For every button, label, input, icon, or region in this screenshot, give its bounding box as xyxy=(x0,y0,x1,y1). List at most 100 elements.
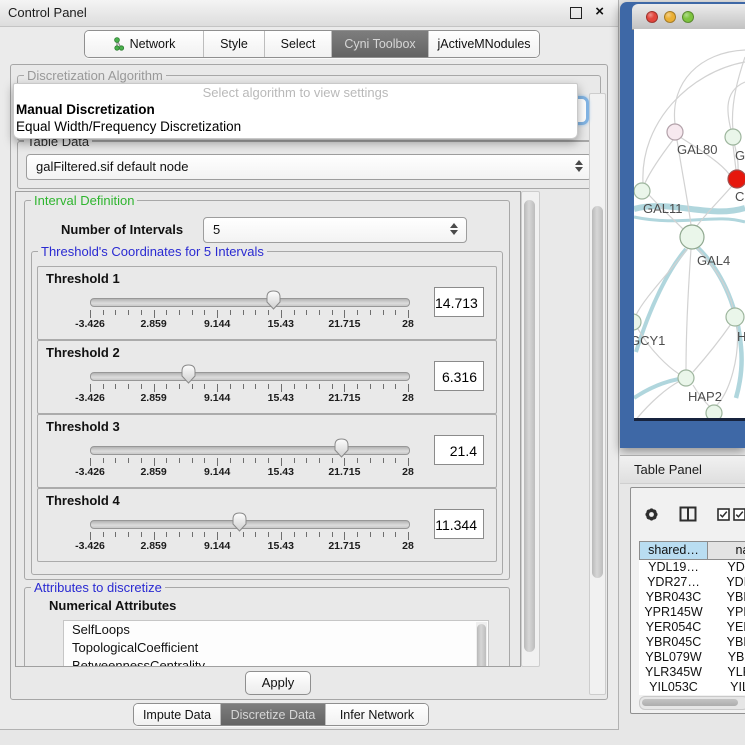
tab-jactivemnodules[interactable]: jActiveMNodules xyxy=(429,31,539,57)
attributes-group-title: Attributes to discretize xyxy=(31,580,165,595)
slider-thumb[interactable] xyxy=(266,290,281,310)
checkbox-icon[interactable] xyxy=(717,508,730,521)
network-node-c[interactable] xyxy=(728,170,745,188)
table-cell: YLR3 xyxy=(708,665,745,680)
slider-thumb[interactable] xyxy=(334,438,349,458)
threshold-value-field[interactable]: 14.713 xyxy=(434,287,484,317)
network-node-gal11[interactable] xyxy=(634,183,650,199)
network-node-label: C xyxy=(735,189,744,204)
algorithm-hint: Select algorithm to view settings xyxy=(14,84,577,101)
network-node-label: GA xyxy=(735,148,745,163)
slider-thumb[interactable] xyxy=(232,512,247,532)
table-row[interactable]: YBR043CYBR0 xyxy=(639,590,745,605)
tab-network[interactable]: Network xyxy=(85,31,204,57)
checkbox-icon[interactable] xyxy=(733,508,745,521)
column-header-1[interactable]: na xyxy=(708,541,745,560)
close-traffic-light[interactable] xyxy=(646,11,658,23)
table-toolbar xyxy=(631,488,745,538)
tab-label: Discretize Data xyxy=(231,708,316,722)
threshold-value-field[interactable]: 11.344 xyxy=(434,509,484,539)
bottom-tab-bar: Impute Data Discretize Data Infer Network xyxy=(133,703,429,726)
threshold-label: Threshold 1 xyxy=(46,271,120,286)
tab-discretize-data[interactable]: Discretize Data xyxy=(221,704,326,725)
algorithm-option-equal-width[interactable]: Equal Width/Frequency Discretization xyxy=(14,118,577,135)
slider-track[interactable] xyxy=(90,298,410,307)
network-window-titlebar xyxy=(632,4,745,30)
number-of-intervals-value: 5 xyxy=(213,222,220,237)
threshold-card-1: Threshold 1 -3.4262.8599.14415.4321.71528… xyxy=(37,266,497,340)
table-cell: YIL0 xyxy=(708,680,745,695)
threshold-card-3: Threshold 3-3.4262.8599.14415.4321.71528… xyxy=(37,414,497,488)
slider-track[interactable] xyxy=(90,372,410,381)
network-node-label: GCY1 xyxy=(634,333,665,348)
table-row[interactable]: YBL079WYBL0 xyxy=(639,650,745,665)
network-node-gal4[interactable] xyxy=(680,225,704,249)
algorithm-option-manual[interactable]: Manual Discretization xyxy=(14,101,577,118)
network-node-gal80[interactable] xyxy=(667,124,683,140)
attribute-item[interactable]: SelfLoops xyxy=(64,621,488,639)
threshold-label: Threshold 3 xyxy=(46,419,120,434)
table-panel-title: Table Panel xyxy=(634,462,702,477)
table-horizontal-scrollbar[interactable] xyxy=(639,696,745,710)
tab-infer-network[interactable]: Infer Network xyxy=(326,704,428,725)
network-window: GAL80GACGAL11GAL4GCY1HHAP2 xyxy=(620,2,745,448)
float-window-icon[interactable] xyxy=(570,7,582,19)
network-canvas[interactable]: GAL80GACGAL11GAL4GCY1HHAP2 xyxy=(634,29,745,418)
network-window-bottom-edge xyxy=(634,418,745,421)
slider-tick-labels: -3.4262.8599.14415.4321.71528 xyxy=(38,318,496,332)
main-scrollbar[interactable] xyxy=(589,93,606,695)
threshold-value-field[interactable]: 6.316 xyxy=(434,361,484,391)
control-panel: Control Panel × NetworkStyleSelectCyni T… xyxy=(0,0,619,730)
gear-icon[interactable] xyxy=(643,506,660,523)
stepper-icon xyxy=(575,159,584,173)
close-icon[interactable]: × xyxy=(595,3,604,21)
network-node-gcy1[interactable] xyxy=(634,314,641,330)
tab-style[interactable]: Style xyxy=(204,31,265,57)
network-node-ga[interactable] xyxy=(725,129,741,145)
algorithm-group-title: Discretization Algorithm xyxy=(24,68,166,83)
zoom-traffic-light[interactable] xyxy=(682,11,694,23)
attribute-item[interactable]: BetweennessCentrality xyxy=(64,657,488,667)
table-cell: YBR045C xyxy=(639,635,708,650)
number-of-intervals-combo[interactable]: 5 xyxy=(203,217,467,243)
apply-button[interactable]: Apply xyxy=(245,671,311,695)
slider-track[interactable] xyxy=(90,520,410,529)
table-row[interactable]: YLR345WYLR3 xyxy=(639,665,745,680)
table-row[interactable]: YDR27…YDR2 xyxy=(639,575,745,590)
inner-panel-scrollbar[interactable] xyxy=(521,191,540,667)
threshold-value-field[interactable]: 21.4 xyxy=(434,435,484,465)
table-row[interactable]: YER054CYER0 xyxy=(639,620,745,635)
split-columns-icon[interactable] xyxy=(679,506,697,522)
table-row[interactable]: YDL19…YDL1 xyxy=(639,560,745,575)
table-data-combo[interactable]: galFiltered.sif default node xyxy=(26,154,592,180)
attribute-item[interactable]: TopologicalCoefficient xyxy=(64,639,488,657)
network-node-h[interactable] xyxy=(726,308,744,326)
tab-label: Cyni Toolbox xyxy=(344,37,415,51)
attributes-list-scrollbar[interactable] xyxy=(476,622,487,667)
slider-tick-labels: -3.4262.8599.14415.4321.71528 xyxy=(38,540,496,554)
minimize-traffic-light[interactable] xyxy=(664,11,676,23)
table-cell: YBR0 xyxy=(708,635,745,650)
tab-select[interactable]: Select xyxy=(265,31,332,57)
network-node[interactable] xyxy=(706,405,722,418)
tab-impute-data[interactable]: Impute Data xyxy=(134,704,221,725)
tab-label: Select xyxy=(281,37,316,51)
table-cell: YDR2 xyxy=(708,575,745,590)
tab-cyni-toolbox[interactable]: Cyni Toolbox xyxy=(332,31,429,57)
slider-track[interactable] xyxy=(90,446,410,455)
slider-thumb[interactable] xyxy=(181,364,196,384)
network-node-hap2[interactable] xyxy=(678,370,694,386)
table-row[interactable]: YIL053CYIL0 xyxy=(639,680,745,695)
table-cell: YDL1 xyxy=(708,560,745,575)
network-node-label: GAL80 xyxy=(677,142,717,157)
threshold-label: Threshold 4 xyxy=(46,493,120,508)
column-header-0[interactable]: shared… xyxy=(639,541,708,560)
numerical-attributes-label: Numerical Attributes xyxy=(49,598,176,613)
table-cell: YDL19… xyxy=(639,560,708,575)
table-cell: YBR0 xyxy=(708,590,745,605)
network-node-label: H xyxy=(737,329,745,344)
table-row[interactable]: YPR145WYPR1 xyxy=(639,605,745,620)
numerical-attributes-list: SelfLoopsTopologicalCoefficientBetweenne… xyxy=(63,620,489,667)
table-row[interactable]: YBR045CYBR0 xyxy=(639,635,745,650)
network-node-label: GAL11 xyxy=(643,201,683,216)
